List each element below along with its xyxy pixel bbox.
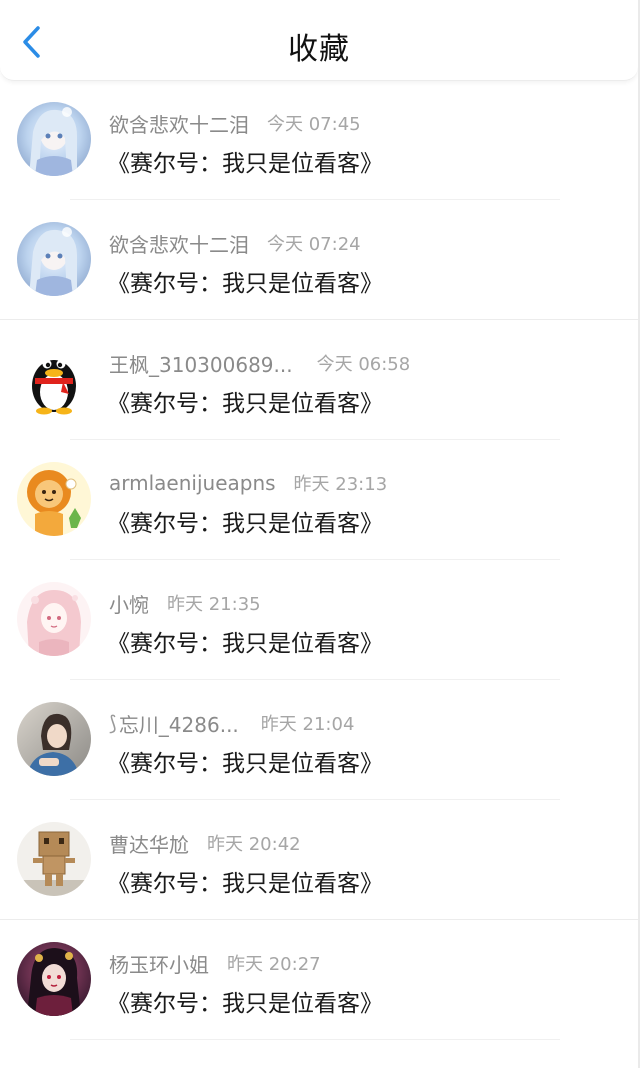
list-item[interactable]: 王枫_310300689... 今天 06:58 《赛尔号：我只是位看客》 (0, 320, 640, 440)
avatar[interactable] (17, 702, 91, 776)
avatar[interactable] (17, 582, 91, 656)
message-text[interactable]: 《赛尔号：我只是位看客》 (107, 384, 383, 418)
item-meta: 欲含悲欢十二泪 今天 07:45 (109, 109, 361, 138)
list-item[interactable]: 欲含悲欢十二泪 今天 07:45 《赛尔号：我只是位看客》 (0, 80, 640, 200)
item-meta: 小惋 昨天 21:35 (109, 589, 261, 618)
avatar[interactable] (17, 342, 91, 416)
item-meta: 曹达华尬 昨天 20:42 (109, 829, 301, 858)
username[interactable]: 欲含悲欢十二泪 (109, 229, 249, 258)
message-text[interactable]: 《赛尔号：我只是位看客》 (107, 624, 383, 658)
list-item[interactable]: ⟆ 忘川_4286... 昨天 21:04 《赛尔号：我只是位看客》 (0, 680, 640, 800)
username[interactable]: 欲含悲欢十二泪 (109, 109, 249, 138)
username[interactable]: 曹达华尬 (109, 829, 189, 858)
divider (70, 1039, 560, 1040)
list-item[interactable]: 杨玉环小姐 昨天 20:27 《赛尔号：我只是位看客》 (0, 920, 640, 1040)
timestamp: 昨天 21:35 (167, 594, 261, 615)
avatar[interactable] (17, 222, 91, 296)
timestamp: 今天 07:45 (267, 114, 361, 135)
message-text[interactable]: 《赛尔号：我只是位看客》 (107, 504, 383, 538)
avatar[interactable] (17, 102, 91, 176)
list-item[interactable]: armlaenijueapns 昨天 23:13 《赛尔号：我只是位看客》 (0, 440, 640, 560)
favorites-list: 欲含悲欢十二泪 今天 07:45 《赛尔号：我只是位看客》 欲含悲欢十二泪 今天… (0, 80, 640, 1040)
message-text[interactable]: 《赛尔号：我只是位看客》 (107, 144, 383, 178)
username[interactable]: 忘川_4286... (119, 709, 239, 738)
avatar[interactable] (17, 942, 91, 1016)
avatar[interactable] (17, 462, 91, 536)
timestamp: 昨天 20:42 (207, 834, 301, 855)
item-meta: 王枫_310300689... 今天 06:58 (109, 349, 411, 378)
message-text[interactable]: 《赛尔号：我只是位看客》 (107, 264, 383, 298)
page-title: 收藏 (288, 32, 350, 67)
avatar[interactable] (17, 822, 91, 896)
username[interactable]: armlaenijueapns (109, 471, 276, 495)
item-meta: 杨玉环小姐 昨天 20:27 (109, 949, 321, 978)
message-text[interactable]: 《赛尔号：我只是位看客》 (107, 744, 383, 778)
flourish-left-icon: ⟆ (109, 711, 117, 735)
timestamp: 今天 07:24 (267, 234, 361, 255)
timestamp: 昨天 23:13 (293, 474, 388, 495)
timestamp: 今天 06:58 (316, 354, 411, 375)
item-meta: 欲含悲欢十二泪 今天 07:24 (109, 229, 361, 258)
list-item[interactable]: 欲含悲欢十二泪 今天 07:24 《赛尔号：我只是位看客》 (0, 200, 640, 320)
favorites-page: 收藏 欲含悲欢十二泪 今天 07:45 《赛尔号：我只是位看客》 欲含悲欢十二泪… (0, 0, 640, 1068)
username[interactable]: 杨玉环小姐 (109, 949, 209, 978)
list-item[interactable]: 小惋 昨天 21:35 《赛尔号：我只是位看客》 (0, 560, 640, 680)
timestamp: 昨天 21:04 (260, 714, 355, 735)
username[interactable]: 王枫_310300689... (109, 349, 293, 378)
username[interactable]: 小惋 (109, 589, 149, 618)
top-nav-bar: 收藏 (0, 0, 638, 81)
item-meta: ⟆ 忘川_4286... 昨天 21:04 (109, 709, 355, 738)
timestamp: 昨天 20:27 (227, 954, 321, 975)
message-text[interactable]: 《赛尔号：我只是位看客》 (107, 864, 383, 898)
message-text[interactable]: 《赛尔号：我只是位看客》 (107, 984, 383, 1018)
list-item[interactable]: 曹达华尬 昨天 20:42 《赛尔号：我只是位看客》 (0, 800, 640, 920)
item-meta: armlaenijueapns 昨天 23:13 (109, 470, 387, 496)
